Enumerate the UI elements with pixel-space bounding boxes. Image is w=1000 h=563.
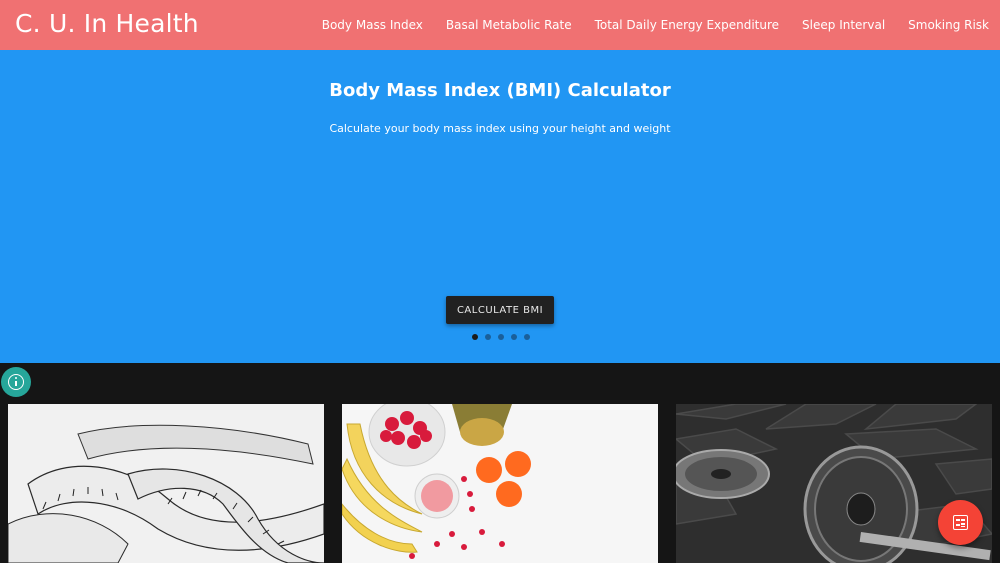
nav-link-bmr[interactable]: Basal Metabolic Rate <box>446 18 572 32</box>
nav-link-sleep[interactable]: Sleep Interval <box>802 18 885 32</box>
measuring-tape-image <box>8 404 324 563</box>
carousel-dot[interactable] <box>524 334 530 340</box>
nav-link-smoking[interactable]: Smoking Risk <box>908 18 989 32</box>
brand-logo[interactable]: C. U. In Health <box>15 9 199 38</box>
card-bmi[interactable] <box>8 404 324 563</box>
info-button[interactable] <box>1 367 31 397</box>
nav-link-tdee[interactable]: Total Daily Energy Expenditure <box>595 18 779 32</box>
carousel-dot[interactable] <box>485 334 491 340</box>
hero-title: Body Mass Index (BMI) Calculator <box>329 80 671 101</box>
hero-subtitle: Calculate your body mass index using you… <box>329 122 671 135</box>
carousel-dot[interactable] <box>498 334 504 340</box>
card-nutrition[interactable] <box>342 404 658 563</box>
carousel-dot[interactable] <box>511 334 517 340</box>
calculator-fab[interactable] <box>938 500 983 545</box>
info-icon <box>8 374 24 390</box>
nav-links: Body Mass Index Basal Metabolic Rate Tot… <box>322 0 989 50</box>
nav-link-bmi[interactable]: Body Mass Index <box>322 18 423 32</box>
fruit-smoothie-image <box>342 404 658 563</box>
navbar: C. U. In Health Body Mass Index Basal Me… <box>0 0 1000 50</box>
hero-carousel[interactable]: Body Mass Index (BMI) Calculator Calcula… <box>0 50 1000 363</box>
calculator-icon <box>953 515 968 530</box>
carousel-indicators <box>472 334 530 340</box>
calculate-bmi-button[interactable]: CALCULATE BMI <box>446 296 554 324</box>
carousel-dot[interactable] <box>472 334 478 340</box>
